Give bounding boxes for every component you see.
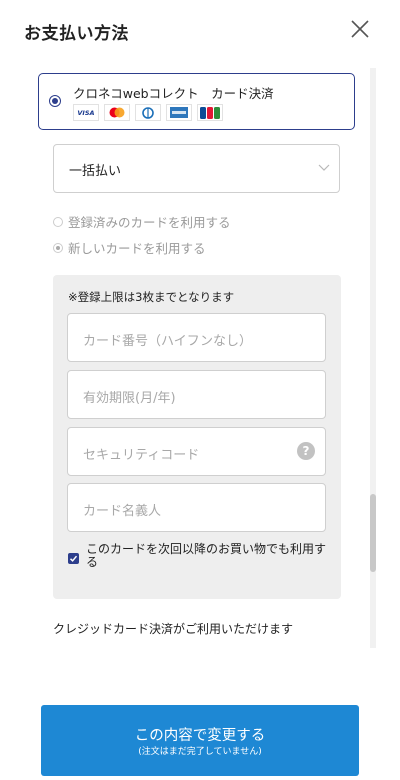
payment-scroll-area[interactable]: クロネコwebコレクト カード決済 VISA 一括払い 登録済みのカードを利用す… [0,62,400,648]
submit-button-sublabel: (注文はまだ完了していません) [138,747,262,757]
checkmark-icon [69,555,78,562]
expiry-placeholder: 有効期限(月/年) [83,391,176,406]
diners-logo-icon [135,104,161,121]
installment-select[interactable]: 一括払い [53,144,340,193]
help-icon[interactable]: ? [297,442,315,460]
radio-registered-card-label: 登録済みのカードを利用する [68,215,231,230]
modal-header: お支払い方法 [0,0,400,62]
security-code-field[interactable]: セキュリティコード ? [67,427,326,476]
close-button[interactable] [348,17,372,41]
security-code-placeholder: セキュリティコード [83,448,200,463]
radio-new-card-dot[interactable] [53,242,63,253]
card-holder-placeholder: カード名義人 [83,504,162,519]
card-number-placeholder: カード番号（ハイフンなし） [83,334,253,349]
radio-registered-card[interactable]: 登録済みのカードを利用する [53,212,231,231]
credit-card-info-text: クレジッドカード決済がご利用いただけます [53,622,294,636]
new-card-form: ※登録上限は3枚までとなります カード番号（ハイフンなし） 有効期限(月/年) … [53,275,341,599]
expiry-field[interactable]: 有効期限(月/年) [67,370,326,419]
payment-method-radio[interactable] [49,95,61,107]
chevron-down-icon [318,164,330,171]
card-brand-list: VISA [73,104,223,121]
visa-logo-icon: VISA [73,104,99,121]
radio-registered-card-dot[interactable] [53,216,63,227]
scrollbar-thumb[interactable] [370,494,376,572]
amex-logo-icon [166,104,192,121]
submit-button-label: この内容で変更する [134,728,266,744]
card-limit-note: ※登録上限は3枚までとなります [68,290,235,304]
payment-method-label: クロネコwebコレクト カード決済 [73,86,274,101]
radio-new-card-label: 新しいカードを利用する [68,241,206,256]
close-icon[interactable] [348,17,372,41]
submit-change-button[interactable]: この内容で変更する (注文はまだ完了していません) [41,705,359,776]
jcb-logo-icon [197,104,223,121]
card-number-field[interactable]: カード番号（ハイフンなし） [67,313,326,362]
save-card-label: このカードを次回以降のお買い物でも利用する [86,542,327,569]
card-holder-field[interactable]: カード名義人 [67,483,326,532]
installment-selected-value: 一括払い [69,164,122,179]
radio-new-card[interactable]: 新しいカードを利用する [53,238,206,257]
page-title: お支払い方法 [24,24,129,44]
mastercard-logo-icon [104,104,130,121]
save-card-checkbox[interactable] [68,553,79,564]
payment-method-option[interactable]: クロネコwebコレクト カード決済 VISA [38,73,355,130]
